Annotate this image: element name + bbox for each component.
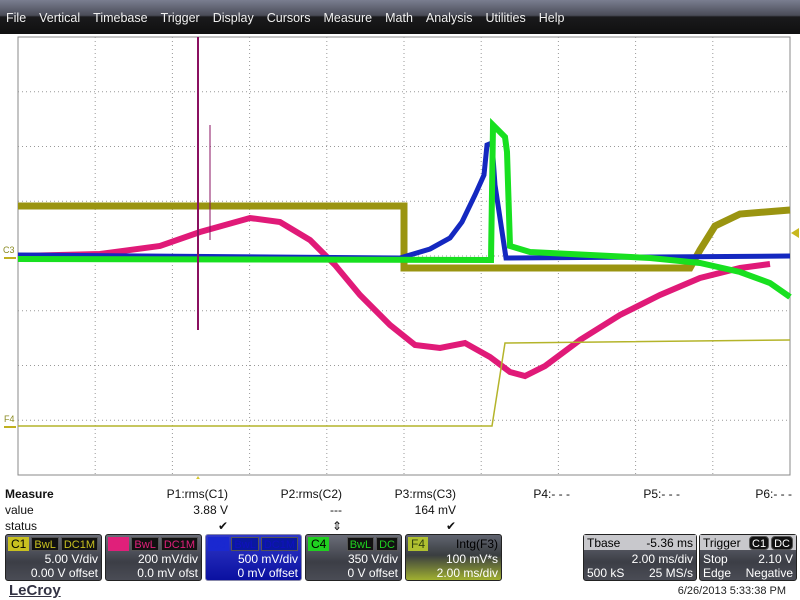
channel-badge: BwL xyxy=(231,537,259,551)
measure-name[interactable]: P6:- - - xyxy=(672,487,792,501)
trigger-coupling: DC xyxy=(771,536,793,550)
trigger-type: Edge xyxy=(703,566,732,580)
channel-badge: DC1M xyxy=(260,537,298,551)
lecroy-logo: LeCroy xyxy=(9,582,61,599)
channel-tag: F4 xyxy=(408,537,429,551)
channel-badge: DC1M xyxy=(160,537,198,551)
channel-offset: 0.0 mV ofst xyxy=(137,566,198,580)
marker-c3[interactable]: C3 xyxy=(3,245,15,255)
menu-measure[interactable]: Measure xyxy=(323,11,372,25)
channel-box-c3[interactable]: C3 BwL DC1M 500 mV/div 0 mV offset xyxy=(205,534,302,581)
trigger-slope: Negative xyxy=(745,566,793,580)
trigger-label: Trigger xyxy=(703,536,741,550)
measure-status: ⇕ xyxy=(331,519,343,533)
trigger-source: C1 xyxy=(749,536,770,550)
menu-math[interactable]: Math xyxy=(385,11,413,25)
trigger-position-icon[interactable] xyxy=(193,476,203,479)
measure-name[interactable]: P1:rms(C1) xyxy=(108,487,228,501)
marker-f4[interactable]: F4 xyxy=(4,414,15,424)
trigger-level: 2.10 V xyxy=(758,552,793,566)
channel-badge: DC1M xyxy=(60,537,98,551)
menu-analysis[interactable]: Analysis xyxy=(426,11,473,25)
menu-timebase[interactable]: Timebase xyxy=(93,11,147,25)
channel-offset: 2.00 ms/div xyxy=(436,566,498,580)
channel-badge: BwL xyxy=(31,537,59,551)
value-label: value xyxy=(5,503,34,517)
channel-badge: DC xyxy=(376,537,398,551)
channel-tag: C4 xyxy=(308,537,330,551)
channel-box-f4[interactable]: F4 Intg(F3) 100 mV*s 2.00 ms/div xyxy=(405,534,502,581)
measure-value: --- xyxy=(330,503,342,517)
datetime: 6/26/2013 5:33:38 PM xyxy=(677,585,786,597)
measure-table: Measure value status P1:rms(C1) 3.88 V ✔ P2… xyxy=(0,484,800,533)
timebase-rate: 25 MS/s xyxy=(648,566,693,580)
measure-name[interactable]: P5:- - - xyxy=(560,487,680,501)
menu-cursors[interactable]: Cursors xyxy=(267,11,311,25)
timebase-samples: 500 kS xyxy=(587,566,625,580)
status-label: status xyxy=(5,519,38,533)
measure-value: 164 mV xyxy=(414,503,456,517)
waveform-grid[interactable]: C3 F4 xyxy=(0,34,800,479)
channel-offset: 0.00 V offset xyxy=(30,566,98,580)
menu-trigger[interactable]: Trigger xyxy=(161,11,200,25)
timebase-box[interactable]: Tbase -5.36 ms 2.00 ms/div 500 kS 25 MS/… xyxy=(583,534,697,581)
measure-name[interactable]: P2:rms(C2) xyxy=(222,487,342,501)
menu-bar: File Vertical Timebase Trigger Display C… xyxy=(0,0,800,34)
menu-utilities[interactable]: Utilities xyxy=(485,11,525,25)
menu-vertical[interactable]: Vertical xyxy=(39,11,80,25)
measure-value: 3.88 V xyxy=(193,503,228,517)
menu-display[interactable]: Display xyxy=(213,11,254,25)
menu-file[interactable]: File xyxy=(6,11,26,25)
channel-tag: C1 xyxy=(8,537,30,551)
trigger-box[interactable]: Trigger C1 DC Stop 2.10 V Edge Negative xyxy=(699,534,797,581)
channel-scale: 500 mV/div xyxy=(237,552,298,566)
timebase-div: 2.00 ms/div xyxy=(631,552,693,566)
channel-scale: 350 V/div xyxy=(347,552,398,566)
timebase-label: Tbase xyxy=(587,536,621,550)
trigger-mode: Stop xyxy=(703,552,728,566)
function-name: Intg(F3) xyxy=(455,537,498,551)
measure-status: ✔ xyxy=(217,519,229,533)
channel-badge: BwL xyxy=(131,537,159,551)
timebase-delay: -5.36 ms xyxy=(646,536,693,550)
channel-scale: 100 mV*s xyxy=(445,552,498,566)
channel-box-c1[interactable]: C1 BwL DC1M 5.00 V/div 0.00 V offset xyxy=(5,534,102,581)
channel-scale: 200 mV/div xyxy=(137,552,198,566)
channel-offset: 0 mV offset xyxy=(237,566,298,580)
measure-name[interactable]: P4:- - - xyxy=(450,487,570,501)
trigger-level-icon[interactable] xyxy=(791,228,799,238)
measure-status: ✔ xyxy=(445,519,457,533)
channel-box-c4[interactable]: C4 BwL DC 350 V/div 0 V offset xyxy=(305,534,402,581)
channel-offset: 0 V offset xyxy=(347,566,398,580)
channel-tag: C3 xyxy=(208,537,230,551)
measure-name[interactable]: P3:rms(C3) xyxy=(336,487,456,501)
channel-scale: 5.00 V/div xyxy=(44,552,98,566)
channel-tag: C2 xyxy=(108,537,130,551)
channel-box-c2[interactable]: C2 BwL DC1M 200 mV/div 0.0 mV ofst xyxy=(105,534,202,581)
channel-badge: BwL xyxy=(346,537,375,551)
menu-help[interactable]: Help xyxy=(539,11,565,25)
measure-title: Measure xyxy=(5,487,54,501)
